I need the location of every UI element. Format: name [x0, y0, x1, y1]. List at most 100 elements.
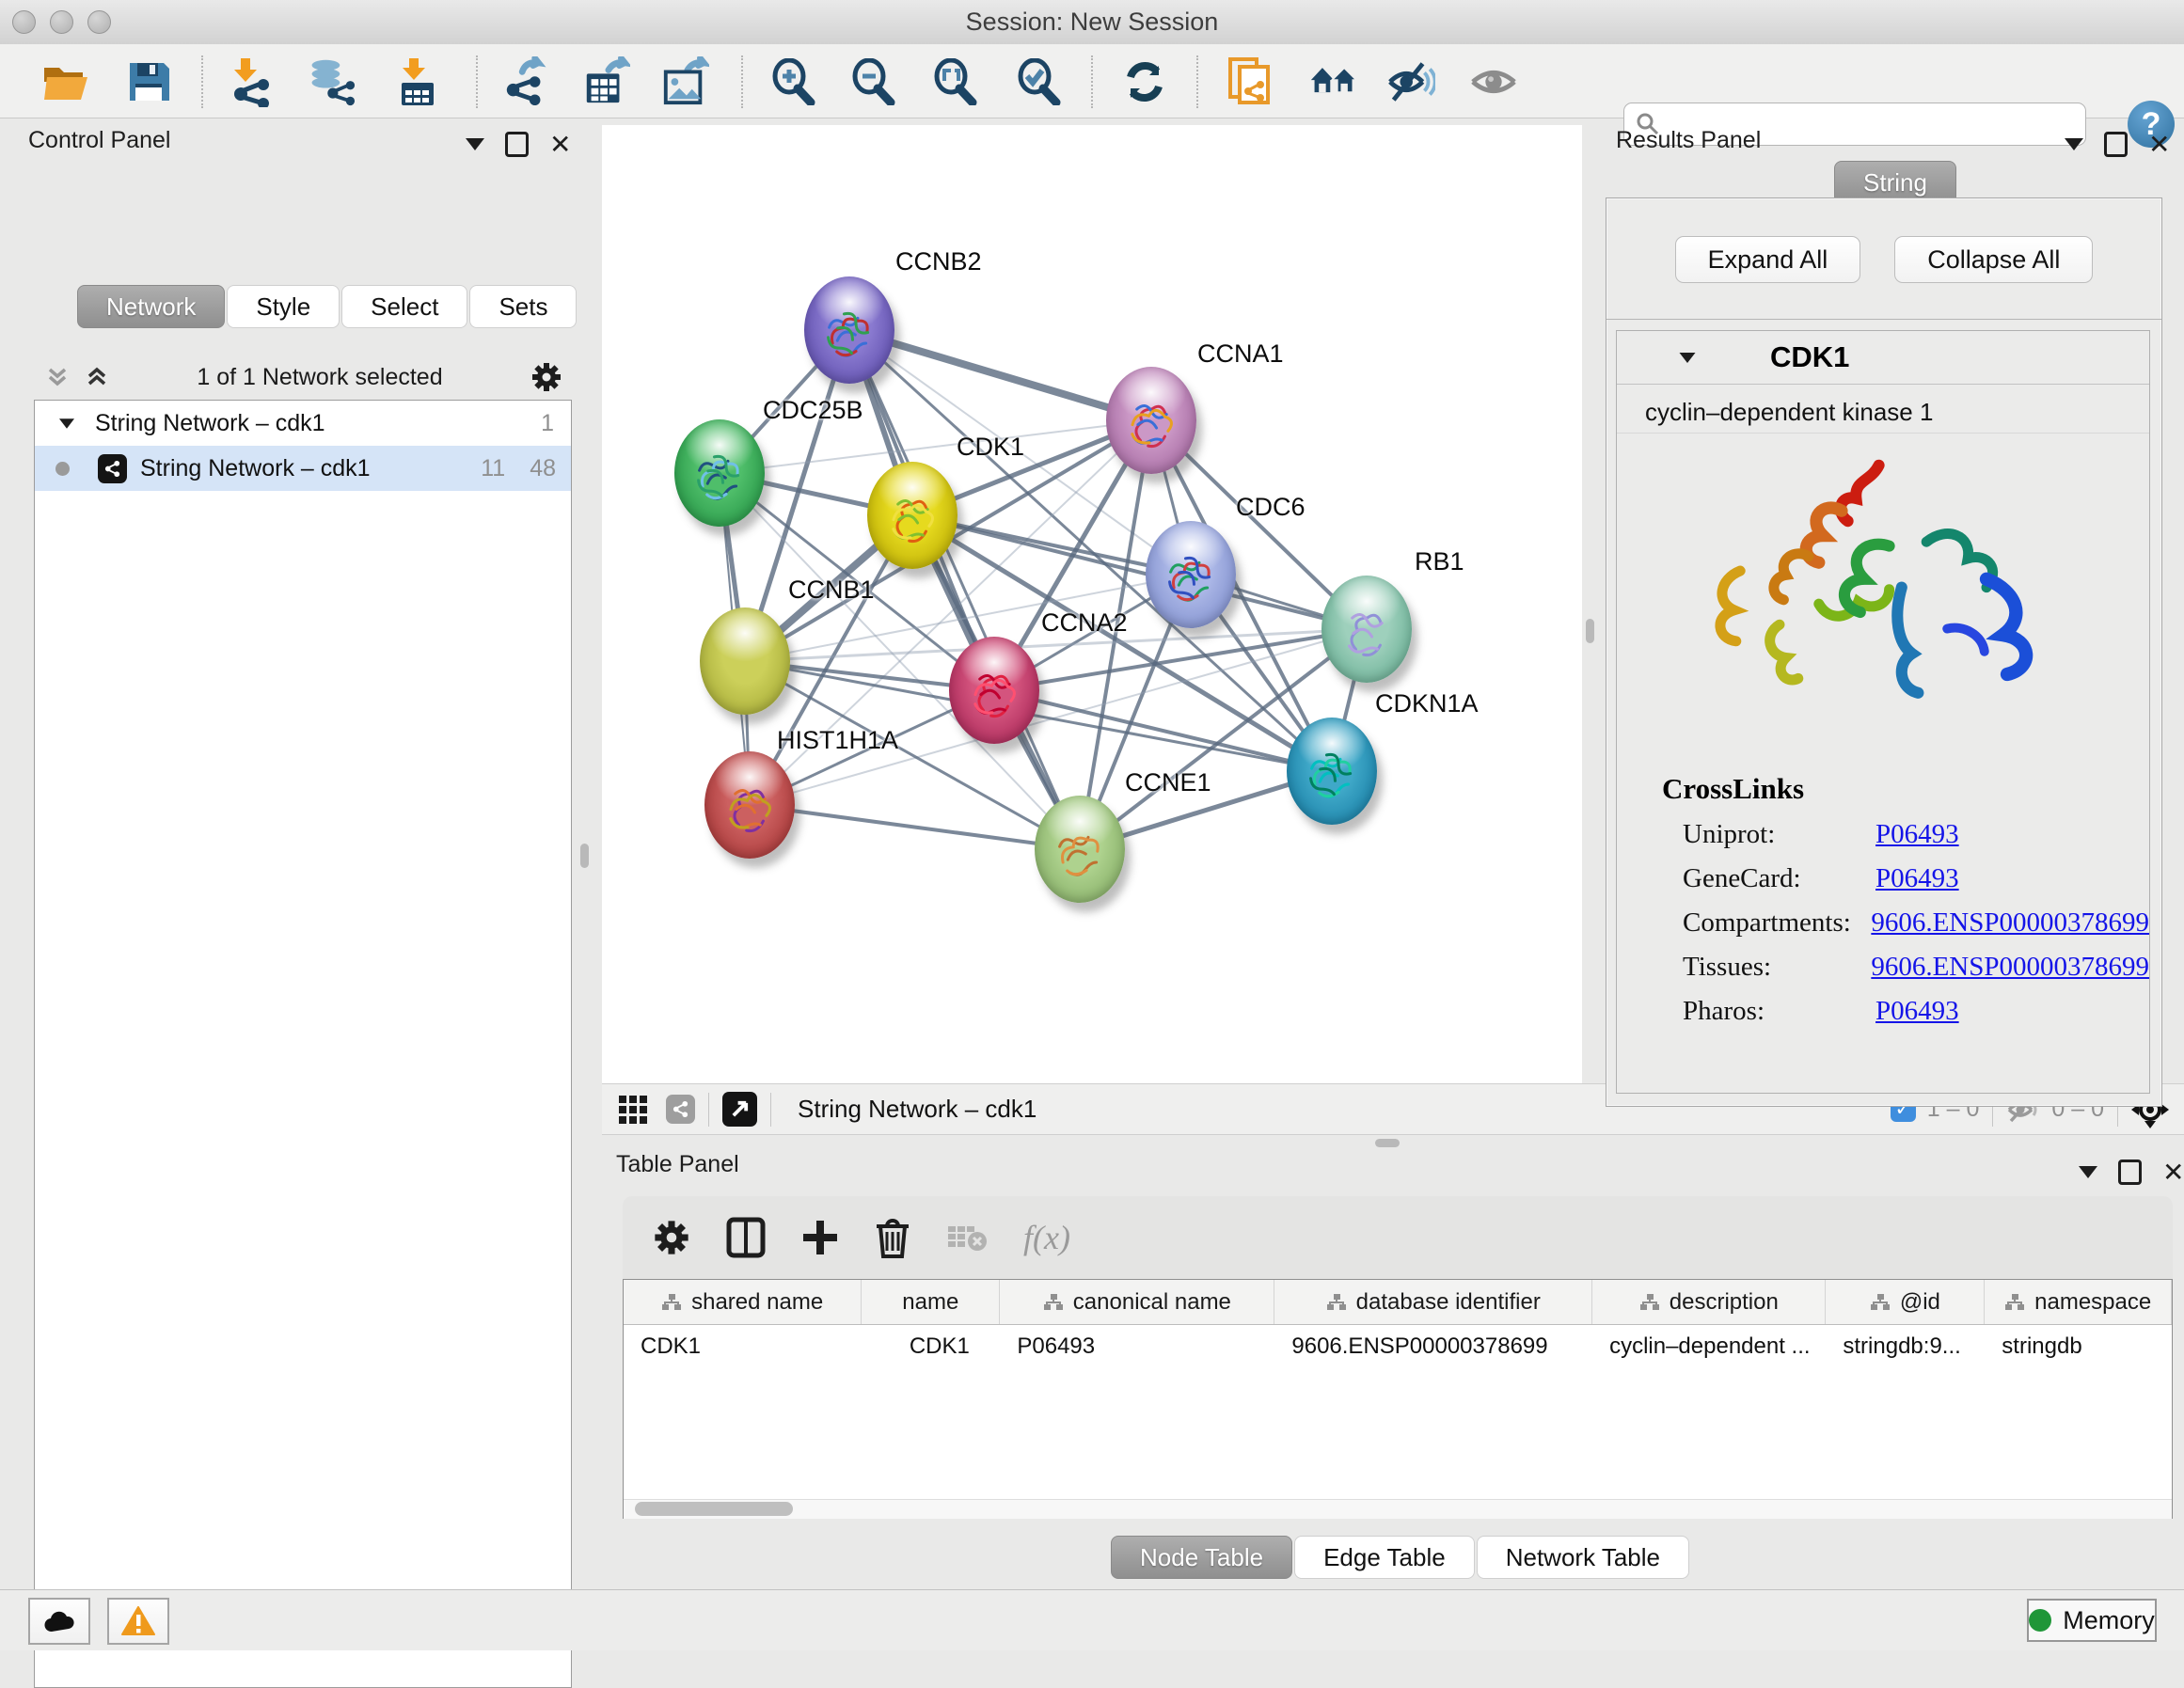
hierarchy-icon	[1639, 1293, 1660, 1312]
network-share-icon[interactable]	[666, 1095, 695, 1124]
gear-icon[interactable]	[530, 361, 562, 393]
network-node-rb1[interactable]	[1321, 576, 1412, 683]
table-panel-collapse-icon[interactable]	[2079, 1166, 2097, 1178]
network-node-ccnb2[interactable]	[804, 276, 894, 384]
crosslink-label: Pharos:	[1683, 996, 1875, 1027]
collection-expand-icon[interactable]	[59, 418, 74, 428]
network-edge-count: 48	[530, 455, 556, 482]
tab-style[interactable]: Style	[227, 285, 340, 328]
network-node-cdk1[interactable]	[867, 462, 957, 569]
network-collection-row[interactable]: String Network – cdk1 1	[35, 401, 571, 446]
tab-select[interactable]: Select	[341, 285, 467, 328]
table-panel-float-icon[interactable]	[2118, 1160, 2142, 1185]
column-header-shared-name[interactable]: shared name	[624, 1280, 862, 1324]
crosslink-label: Compartments:	[1683, 907, 1871, 939]
tab-edge-table[interactable]: Edge Table	[1294, 1536, 1475, 1579]
column-header-canonical-name[interactable]: canonical name	[1000, 1280, 1274, 1324]
table-cell: CDK1	[624, 1325, 862, 1367]
table-panel-close-icon[interactable]: ✕	[2162, 1163, 2184, 1182]
toolbar-separator	[201, 55, 203, 108]
crosslink-link[interactable]: 9606.ENSP00000378699	[1871, 952, 2149, 983]
crosslink-link[interactable]: P06493	[1875, 996, 1959, 1027]
scrollbar-thumb[interactable]	[635, 1502, 793, 1516]
network-edge[interactable]	[750, 805, 1080, 849]
bottom-splitter-handle[interactable]	[1375, 1139, 1400, 1147]
status-bar: Memory	[0, 1589, 2184, 1650]
import-network-file-icon[interactable]	[228, 57, 277, 106]
tab-network-table[interactable]: Network Table	[1477, 1536, 1689, 1579]
show-columns-icon[interactable]	[726, 1217, 766, 1258]
network-node-hist1h1a[interactable]	[704, 751, 795, 859]
zoom-selected-icon[interactable]	[1014, 57, 1063, 106]
birdseye-view-icon[interactable]	[722, 1092, 757, 1127]
warning-status-button[interactable]	[107, 1598, 169, 1645]
network-node-cdc6[interactable]	[1146, 521, 1236, 628]
memory-button[interactable]: Memory	[2027, 1599, 2157, 1642]
table-row[interactable]: CDK1CDK1P064939606.ENSP00000378699cyclin…	[624, 1325, 2172, 1367]
expand-all-button[interactable]: Expand All	[1675, 236, 1861, 283]
column-header-description[interactable]: description	[1592, 1280, 1826, 1324]
hierarchy-icon	[661, 1293, 682, 1312]
results-panel-close-icon[interactable]: ✕	[2148, 135, 2170, 154]
table-cell: stringdb	[1985, 1325, 2172, 1367]
results-panel-float-icon[interactable]	[2104, 132, 2128, 157]
collapse-all-chevron-icon[interactable]	[45, 365, 70, 389]
export-network-icon[interactable]	[502, 57, 551, 106]
home-networks-icon[interactable]	[1309, 57, 1358, 106]
crosslink-link[interactable]: P06493	[1875, 863, 1959, 894]
tab-node-table[interactable]: Node Table	[1111, 1536, 1292, 1579]
network-edge[interactable]	[849, 330, 1151, 420]
network-node-ccna1[interactable]	[1106, 367, 1196, 474]
delete-table-icon[interactable]	[946, 1223, 988, 1253]
tab-network[interactable]: Network	[77, 285, 225, 328]
refresh-icon[interactable]	[1120, 57, 1169, 106]
export-table-icon[interactable]	[581, 57, 630, 106]
crosslink-link[interactable]: P06493	[1875, 819, 1959, 850]
import-network-database-icon[interactable]	[307, 57, 356, 106]
node-label-cdkn1a: CDKN1A	[1375, 689, 1479, 718]
column-header--id[interactable]: @id	[1826, 1280, 1985, 1324]
table-settings-gear-icon[interactable]	[653, 1219, 690, 1256]
create-column-plus-icon[interactable]	[801, 1219, 839, 1256]
collapse-all-button[interactable]: Collapse All	[1894, 236, 2093, 283]
grid-view-icon[interactable]	[617, 1094, 649, 1126]
delete-column-trash-icon[interactable]	[875, 1217, 910, 1258]
clone-network-icon[interactable]	[1227, 57, 1275, 106]
network-node-ccnb1[interactable]	[700, 607, 790, 715]
control-panel-close-icon[interactable]: ✕	[549, 135, 571, 154]
network-canvas[interactable]: CCNB2CCNA1CDC25BCDK1CDC6RB1CCNB1CCNA2CDK…	[602, 125, 1582, 1083]
zoom-in-icon[interactable]	[768, 57, 817, 106]
cloud-icon	[42, 1609, 76, 1633]
memory-label: Memory	[2063, 1606, 2155, 1635]
crosslink-link[interactable]: 9606.ENSP00000378699	[1871, 907, 2149, 939]
save-session-icon[interactable]	[124, 57, 173, 106]
network-node-ccne1[interactable]	[1035, 796, 1125, 903]
import-table-file-icon[interactable]	[393, 57, 442, 106]
network-edge[interactable]	[912, 515, 1367, 629]
network-edge[interactable]	[849, 330, 1080, 849]
tab-sets[interactable]: Sets	[469, 285, 577, 328]
network-row-selected[interactable]: String Network – cdk1 11 48	[35, 446, 571, 491]
node-card-collapse-icon[interactable]	[1680, 352, 1696, 362]
network-node-ccna2[interactable]	[949, 637, 1039, 744]
expand-all-chevron-icon[interactable]	[85, 365, 109, 389]
cloud-status-button[interactable]	[28, 1598, 90, 1645]
show-graphics-icon[interactable]	[1469, 57, 1518, 106]
control-panel-collapse-icon[interactable]	[466, 138, 484, 150]
results-panel-collapse-icon[interactable]	[2065, 138, 2083, 150]
collection-label: String Network – cdk1	[95, 410, 325, 437]
column-header-name[interactable]: name	[862, 1280, 1000, 1324]
column-header-namespace[interactable]: namespace	[1985, 1280, 2172, 1324]
function-builder-icon[interactable]: f(x)	[1023, 1218, 1070, 1257]
hide-unhide-icon[interactable]	[1386, 57, 1435, 106]
open-session-icon[interactable]	[41, 57, 90, 106]
export-image-icon[interactable]	[660, 57, 709, 106]
right-splitter-handle[interactable]	[1586, 619, 1594, 643]
zoom-out-icon[interactable]	[848, 57, 897, 106]
left-splitter-handle[interactable]	[580, 844, 589, 868]
network-node-cdkn1a[interactable]	[1287, 718, 1377, 825]
control-panel-float-icon[interactable]	[505, 132, 529, 157]
column-header-database-identifier[interactable]: database identifier	[1274, 1280, 1592, 1324]
network-node-cdc25b[interactable]	[674, 419, 765, 527]
zoom-fit-icon[interactable]	[930, 57, 979, 106]
